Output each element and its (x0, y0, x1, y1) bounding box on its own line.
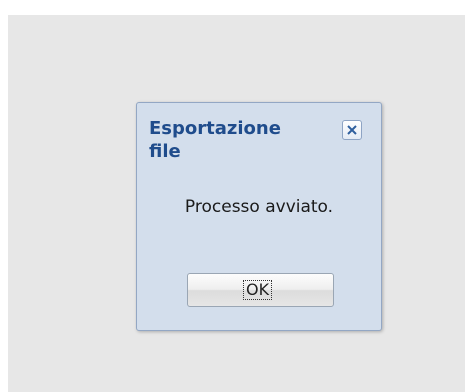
close-icon (347, 125, 357, 135)
dialog-title: Esportazione file (149, 118, 281, 162)
close-button[interactable] (342, 120, 362, 140)
dialog-header: Esportazione file (147, 117, 371, 169)
ok-button-label: OK (243, 280, 273, 300)
export-file-dialog: Esportazione file Processo avviato. OK (136, 102, 382, 331)
dialog-message: Processo avviato. (184, 197, 334, 217)
ok-button[interactable]: OK (187, 273, 334, 307)
